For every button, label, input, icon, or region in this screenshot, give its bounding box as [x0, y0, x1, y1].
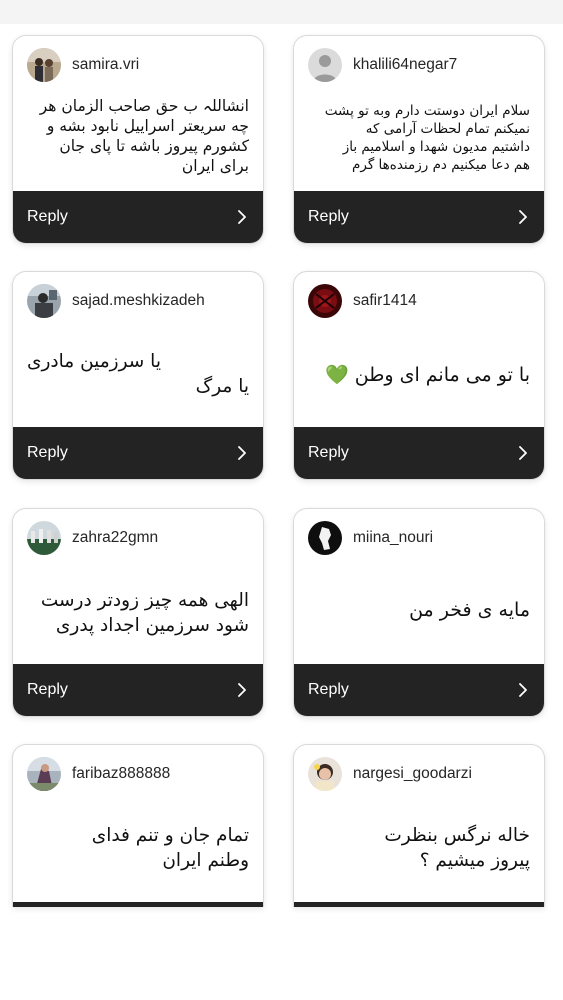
top-status-strip — [0, 0, 563, 24]
comment-line: مایه ی فخر من — [409, 599, 530, 621]
comment-line: نمیکنم تمام لحظات آرامی که — [365, 121, 530, 137]
reply-button[interactable]: Reply — [294, 664, 544, 716]
reply-button[interactable]: Reply — [294, 427, 544, 479]
comment-text: با تو می مانم ای وطن 💚 — [308, 362, 530, 388]
comment-line: برای ایران — [181, 157, 249, 175]
comment-header: zahra22gmn — [27, 521, 158, 555]
comment-text: یا سرزمین مادری یا مرگ — [27, 349, 249, 399]
comment-line: خاله نرگس بنظرت — [384, 825, 530, 846]
chevron-right-icon — [519, 683, 527, 697]
reply-button[interactable]: Reply — [13, 664, 263, 716]
comment-line: پیروز میشیم ؟ — [419, 850, 530, 871]
reply-button[interactable]: Reply — [13, 191, 263, 243]
comment-card: khalili64negar7 سلام ایران دوستت دارم وب… — [293, 35, 545, 244]
comment-card: safir1414 با تو می مانم ای وطن 💚 Reply — [293, 271, 545, 480]
avatar[interactable] — [308, 521, 342, 555]
comment-header: miina_nouri — [308, 521, 433, 555]
reply-label: Reply — [27, 681, 68, 698]
comment-text: خاله نرگس بنظرت پیروز میشیم ؟ — [308, 823, 530, 873]
comment-header: faribaz888888 — [27, 757, 170, 791]
reply-label: Reply — [308, 208, 349, 225]
reply-button[interactable]: Reply — [294, 191, 544, 243]
comment-line: کشورم پیروز باشه تا پای جان — [59, 137, 249, 155]
reply-button[interactable]: Reply — [13, 427, 263, 479]
username[interactable]: safir1414 — [353, 292, 417, 310]
default-user-icon — [308, 48, 342, 82]
comment-header: khalili64negar7 — [308, 48, 457, 82]
avatar[interactable] — [308, 48, 342, 82]
reply-bar-edge — [13, 902, 263, 907]
comment-header: safir1414 — [308, 284, 417, 318]
avatar[interactable] — [308, 284, 342, 318]
comment-text: مایه ی فخر من — [308, 597, 530, 623]
username[interactable]: faribaz888888 — [72, 765, 170, 783]
comment-card: nargesi_goodarzi خاله نرگس بنظرت پیروز م… — [293, 744, 545, 907]
comment-header: sajad.meshkizadeh — [27, 284, 205, 318]
chevron-right-icon — [238, 446, 246, 460]
reply-label: Reply — [27, 444, 68, 461]
comment-line: سلام ایران دوستت دارم وبه تو پشت — [324, 103, 530, 119]
reply-label: Reply — [308, 444, 349, 461]
comment-text: الهی همه چیز زودتر درست شود سرزمین اجداد… — [27, 588, 249, 638]
comment-text: انشاللہ ب حق صاحب الزمان هر چه سریعتر اس… — [27, 96, 249, 176]
comment-header: nargesi_goodarzi — [308, 757, 472, 791]
chevron-right-icon — [519, 446, 527, 460]
comment-text: تمام جان و تنم فدای وطنم ایران — [27, 823, 249, 873]
comment-line: الهی همه چیز زودتر درست — [40, 590, 249, 611]
comment-line: شود سرزمین اجداد پدری — [55, 615, 249, 636]
reply-bar-edge — [294, 902, 544, 907]
chevron-right-icon — [519, 210, 527, 224]
username[interactable]: zahra22gmn — [72, 529, 158, 547]
comment-line: هم دعا میکنیم دم رزمنده‌ها گرم — [352, 157, 530, 173]
reply-label: Reply — [27, 208, 68, 225]
comment-line: با تو می مانم ای وطن 💚 — [325, 364, 530, 386]
comment-card: samira.vri انشاللہ ب حق صاحب الزمان هر چ… — [12, 35, 264, 244]
comment-card: sajad.meshkizadeh یا سرزمین مادری یا مرگ… — [12, 271, 264, 480]
comment-line: یا مرگ — [195, 376, 249, 397]
username[interactable]: sajad.meshkizadeh — [72, 292, 205, 310]
comment-line: انشاللہ ب حق صاحب الزمان هر — [39, 97, 249, 115]
comment-line: یا سرزمین مادری — [27, 351, 161, 372]
comment-card: zahra22gmn الهی همه چیز زودتر درست شود س… — [12, 508, 264, 717]
reply-label: Reply — [308, 681, 349, 698]
avatar[interactable] — [308, 757, 342, 791]
username[interactable]: samira.vri — [72, 56, 139, 74]
avatar[interactable] — [27, 757, 61, 791]
avatar[interactable] — [27, 48, 61, 82]
chevron-right-icon — [238, 683, 246, 697]
avatar[interactable] — [27, 284, 61, 318]
username[interactable]: miina_nouri — [353, 529, 433, 547]
comment-card: faribaz888888 تمام جان و تنم فدای وطنم ا… — [12, 744, 264, 907]
comment-text: سلام ایران دوستت دارم وبه تو پشت نمیکنم … — [308, 102, 530, 174]
chevron-right-icon — [238, 210, 246, 224]
avatar[interactable] — [27, 521, 61, 555]
comment-line: داشتیم مدیون شهدا و اسلامیم باز — [342, 139, 530, 155]
comment-line: وطنم ایران — [162, 850, 249, 871]
username[interactable]: khalili64negar7 — [353, 56, 457, 74]
comment-line: تمام جان و تنم فدای — [91, 825, 249, 846]
comment-card: miina_nouri مایه ی فخر من Reply — [293, 508, 545, 717]
username[interactable]: nargesi_goodarzi — [353, 765, 472, 783]
comment-line: چه سریعتر اسراییل نابود بشه و — [46, 117, 249, 135]
comment-header: samira.vri — [27, 48, 139, 82]
